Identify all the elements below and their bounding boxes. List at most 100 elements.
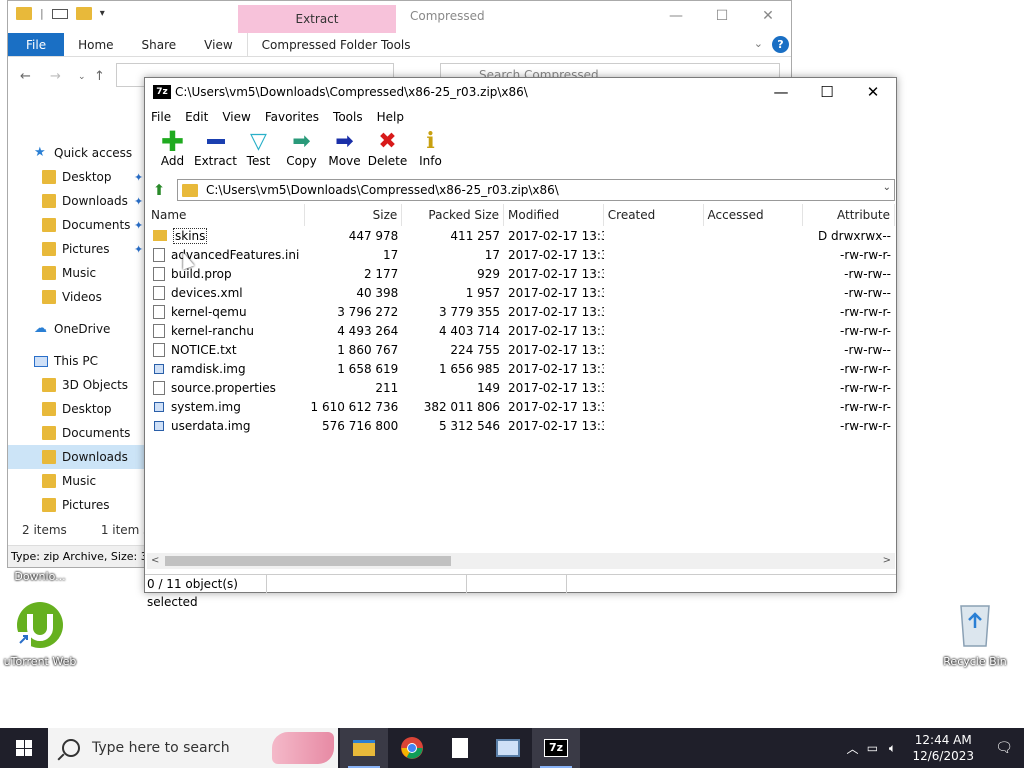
nav-quick-access[interactable]: ★ Quick access — [8, 141, 148, 165]
column-accessed[interactable]: Accessed — [704, 204, 804, 226]
test-button[interactable]: ▽ Test — [237, 128, 280, 176]
info-button[interactable]: i Info — [409, 128, 452, 176]
menu-help[interactable]: Help — [377, 110, 404, 124]
table-row[interactable]: advancedFeatures.ini 17 17 2017-02-17 13:30… — [147, 245, 895, 264]
tab-home[interactable]: Home — [64, 33, 127, 56]
horizontal-scrollbar[interactable]: < > — [147, 553, 895, 569]
close-button[interactable]: ✕ — [850, 78, 896, 106]
notification-icon[interactable]: 🗨︎ — [984, 740, 1024, 756]
table-row[interactable]: system.img 1 610 612 736 382 011 806 2017-0… — [147, 397, 895, 416]
menu-favorites[interactable]: Favorites — [265, 110, 319, 124]
desktop-icon-downloads[interactable]: Downlo... — [0, 568, 80, 583]
tab-compressed-folder-tools[interactable]: Compressed Folder Tools — [246, 33, 425, 56]
explorer-titlebar[interactable]: | ▾ Extract Compressed — ☐ ✕ — [8, 1, 791, 33]
start-button[interactable] — [0, 728, 48, 768]
taskbar-chrome[interactable] — [388, 728, 436, 768]
tab-file[interactable]: File — [8, 33, 65, 56]
nav-item-pc-desktop[interactable]: Desktop — [8, 397, 148, 421]
chevron-down-icon[interactable]: ⌄ — [883, 182, 891, 193]
cell-modified: 2017-02-17 13:30 — [508, 323, 604, 338]
path-combobox[interactable]: C:\Users\vm5\Downloads\Compressed\x86-25… — [177, 179, 895, 201]
folder-icon[interactable] — [16, 7, 32, 20]
network-icon[interactable]: ▭ — [862, 741, 882, 755]
taskbar-7zip[interactable]: 7z — [532, 728, 580, 768]
delete-button[interactable]: ✖ Delete — [366, 128, 409, 176]
file-list[interactable]: Name Size Packed Size Modified Created A… — [147, 204, 895, 554]
forward-arrow-icon[interactable]: → — [50, 69, 61, 84]
back-arrow-icon[interactable]: ← — [20, 69, 31, 84]
scroll-right-icon[interactable]: > — [883, 553, 891, 569]
folder-icon — [42, 402, 56, 416]
nav-item-pc-pictures[interactable]: Pictures — [8, 493, 148, 517]
nav-item-desktop[interactable]: Desktop ✦ — [8, 165, 148, 189]
table-row[interactable]: ramdisk.img 1 658 619 1 656 985 2017-02-17 … — [147, 359, 895, 378]
taskbar-file-explorer[interactable] — [340, 728, 388, 768]
scroll-left-icon[interactable]: < — [151, 553, 159, 569]
cell-attributes: -rw-rw-r- — [840, 380, 891, 395]
qat-dropdown-icon[interactable]: ▾ — [100, 8, 105, 19]
up-folder-icon[interactable]: ⬆ — [149, 180, 169, 200]
move-button[interactable]: ➡ Move — [323, 128, 366, 176]
star-icon: ★ — [34, 145, 46, 160]
nav-item-pc-downloads[interactable]: Downloads — [8, 445, 148, 469]
taskbar-remote-desktop[interactable] — [484, 728, 532, 768]
chevron-up-icon[interactable]: ︿ — [842, 740, 862, 757]
nav-item-documents[interactable]: Documents ✦ — [8, 213, 148, 237]
nav-item-3d-objects[interactable]: 3D Objects — [8, 373, 148, 397]
column-name[interactable]: Name — [147, 204, 305, 226]
nav-item-videos[interactable]: Videos — [8, 285, 148, 309]
add-button[interactable]: ✚ Add — [151, 125, 194, 176]
minimize-button[interactable]: — — [758, 78, 804, 106]
chevron-down-icon[interactable]: ⌄ — [754, 37, 763, 50]
nav-item-pictures[interactable]: Pictures ✦ — [8, 237, 148, 261]
nav-onedrive[interactable]: ☁ OneDrive — [8, 317, 148, 341]
tab-share[interactable]: Share — [128, 33, 191, 56]
nav-item-music[interactable]: Music — [8, 261, 148, 285]
table-row[interactable]: kernel-ranchu 4 493 264 4 403 714 2017-02-1… — [147, 321, 895, 340]
7zip-titlebar[interactable]: 7z C:\Users\vm5\Downloads\Compressed\x86… — [145, 78, 896, 106]
maximize-button[interactable]: ☐ — [804, 78, 850, 106]
table-row[interactable]: kernel-qemu 3 796 272 3 779 355 2017-02-17 … — [147, 302, 895, 321]
nav-item-pc-music[interactable]: Music — [8, 469, 148, 493]
extract-button[interactable]: Extract — [194, 128, 237, 176]
new-folder-icon[interactable] — [75, 7, 92, 20]
table-row[interactable]: NOTICE.txt 1 860 767 224 755 2017-02-17 13:… — [147, 340, 895, 359]
table-row[interactable]: source.properties 211 149 2017-02-17 13:30 -… — [147, 378, 895, 397]
nav-item-downloads[interactable]: Downloads ✦ — [8, 189, 148, 213]
scrollbar-thumb[interactable] — [165, 556, 451, 566]
desktop-icon-recycle-bin[interactable]: Recycle Bin — [935, 600, 1015, 668]
nav-this-pc[interactable]: This PC — [8, 349, 148, 373]
table-row[interactable]: devices.xml 40 398 1 957 2017-02-17 13:30 -r… — [147, 283, 895, 302]
table-row[interactable]: skins 447 978 411 257 2017-02-17 13:30 D drw… — [147, 226, 895, 245]
taskbar-search-box[interactable]: Type here to search — [48, 728, 338, 768]
nav-item-pc-documents[interactable]: Documents — [8, 421, 148, 445]
minimize-button[interactable]: — — [653, 1, 699, 31]
column-created[interactable]: Created — [604, 204, 704, 226]
toolbar-label: Copy — [286, 154, 317, 168]
column-size[interactable]: Size — [305, 204, 403, 226]
tab-view[interactable]: View — [190, 33, 246, 56]
folder-icon — [42, 450, 56, 464]
menu-file[interactable]: File — [151, 110, 171, 124]
column-modified[interactable]: Modified — [504, 204, 604, 226]
properties-icon[interactable] — [51, 8, 68, 19]
desktop-icon-utorrent[interactable]: uTorrent Web — [0, 600, 80, 668]
maximize-button[interactable]: ☐ — [699, 1, 745, 31]
7zip-window[interactable]: 7z C:\Users\vm5\Downloads\Compressed\x86… — [144, 77, 897, 609]
clock[interactable]: 12:44 AM 12/6/2023 — [902, 732, 984, 764]
column-packed-size[interactable]: Packed Size — [402, 204, 505, 226]
extract-context-tab[interactable]: Extract — [238, 5, 396, 33]
menu-tools[interactable]: Tools — [333, 110, 363, 124]
taskbar-notepad[interactable] — [436, 728, 484, 768]
close-button[interactable]: ✕ — [745, 1, 791, 31]
help-icon[interactable]: ? — [772, 36, 789, 53]
recent-dropdown-icon[interactable]: ⌄ — [78, 72, 86, 82]
menu-view[interactable]: View — [222, 110, 250, 124]
volume-muted-icon[interactable]: 🔈︎ — [882, 741, 902, 756]
table-row[interactable]: userdata.img 576 716 800 5 312 546 2017-02-… — [147, 416, 895, 435]
up-arrow-icon[interactable]: ↑ — [94, 69, 105, 84]
table-row[interactable]: build.prop 2 177 929 2017-02-17 13:30 -rw-rw… — [147, 264, 895, 283]
column-attributes[interactable]: Attribute — [803, 204, 895, 226]
menu-edit[interactable]: Edit — [185, 110, 208, 124]
copy-button[interactable]: ➡ Copy — [280, 128, 323, 176]
